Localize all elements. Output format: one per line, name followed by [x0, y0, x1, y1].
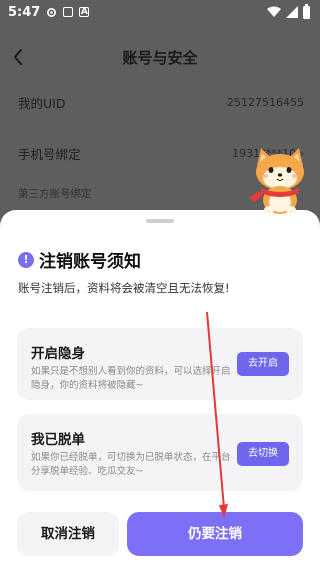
- sheet-subtitle: 账号注销后，资料将会被清空且无法恢复!: [18, 281, 230, 295]
- status-left: 5:47 A: [8, 4, 90, 20]
- shiba-mascot-icon: [249, 148, 304, 214]
- switch-status-button[interactable]: 去切换: [237, 442, 289, 466]
- sim-icon: [63, 7, 74, 17]
- sheet-title: 注销账号须知: [39, 252, 141, 272]
- nav-bar: 账号与安全: [0, 44, 320, 70]
- uid-row[interactable]: 我的UID 25127516455: [18, 93, 304, 112]
- option-card-invisible: 开启隐身 如果只是不想别人看到你的资料，可以选择开启隐身，你的资料将被隐藏~ 去…: [17, 328, 303, 400]
- option-description: 如果只是不想别人看到你的资料，可以选择开启隐身，你的资料将被隐藏~: [31, 366, 231, 391]
- page-title: 账号与安全: [122, 49, 198, 67]
- phone-label: 手机号绑定: [18, 147, 81, 162]
- option-card-taken: 我已脱单 如果你已经脱单，可切换为已脱单状态，在平台分享脱单经验、吃瓜交友~ 去…: [17, 414, 303, 491]
- uid-label: 我的UID: [18, 96, 66, 111]
- sheet-drag-handle[interactable]: [146, 219, 174, 223]
- third-party-label: 第三方账号绑定: [18, 188, 92, 200]
- sheet-title-row: ! 注销账号须知: [18, 247, 141, 272]
- exclamation-icon: !: [18, 251, 34, 268]
- status-right: [267, 3, 310, 19]
- status-bar: 5:47 A: [0, 0, 320, 24]
- option-title: 我已脱单: [31, 432, 85, 448]
- deactivate-account-sheet: ! 注销账号须知 账号注销后，资料将会被清空且无法恢复! 开启隐身 如果只是不想…: [0, 210, 320, 568]
- option-description: 如果你已经脱单，可切换为已脱单状态，在平台分享脱单经验、吃瓜交友~: [31, 452, 231, 477]
- battery-icon: [303, 3, 310, 19]
- cancel-deactivation-button[interactable]: 取消注销: [17, 512, 119, 556]
- wifi-icon: [267, 6, 281, 17]
- uid-value: 25127516455: [227, 96, 304, 109]
- enable-invisible-button[interactable]: 去开启: [237, 352, 289, 376]
- a-icon: A: [79, 7, 90, 17]
- signal-icon: [286, 6, 298, 18]
- status-time: 5:47: [8, 4, 41, 20]
- option-title: 开启隐身: [31, 346, 85, 362]
- confirm-deactivation-button[interactable]: 仍要注销: [127, 512, 303, 556]
- gear-icon: [47, 7, 57, 17]
